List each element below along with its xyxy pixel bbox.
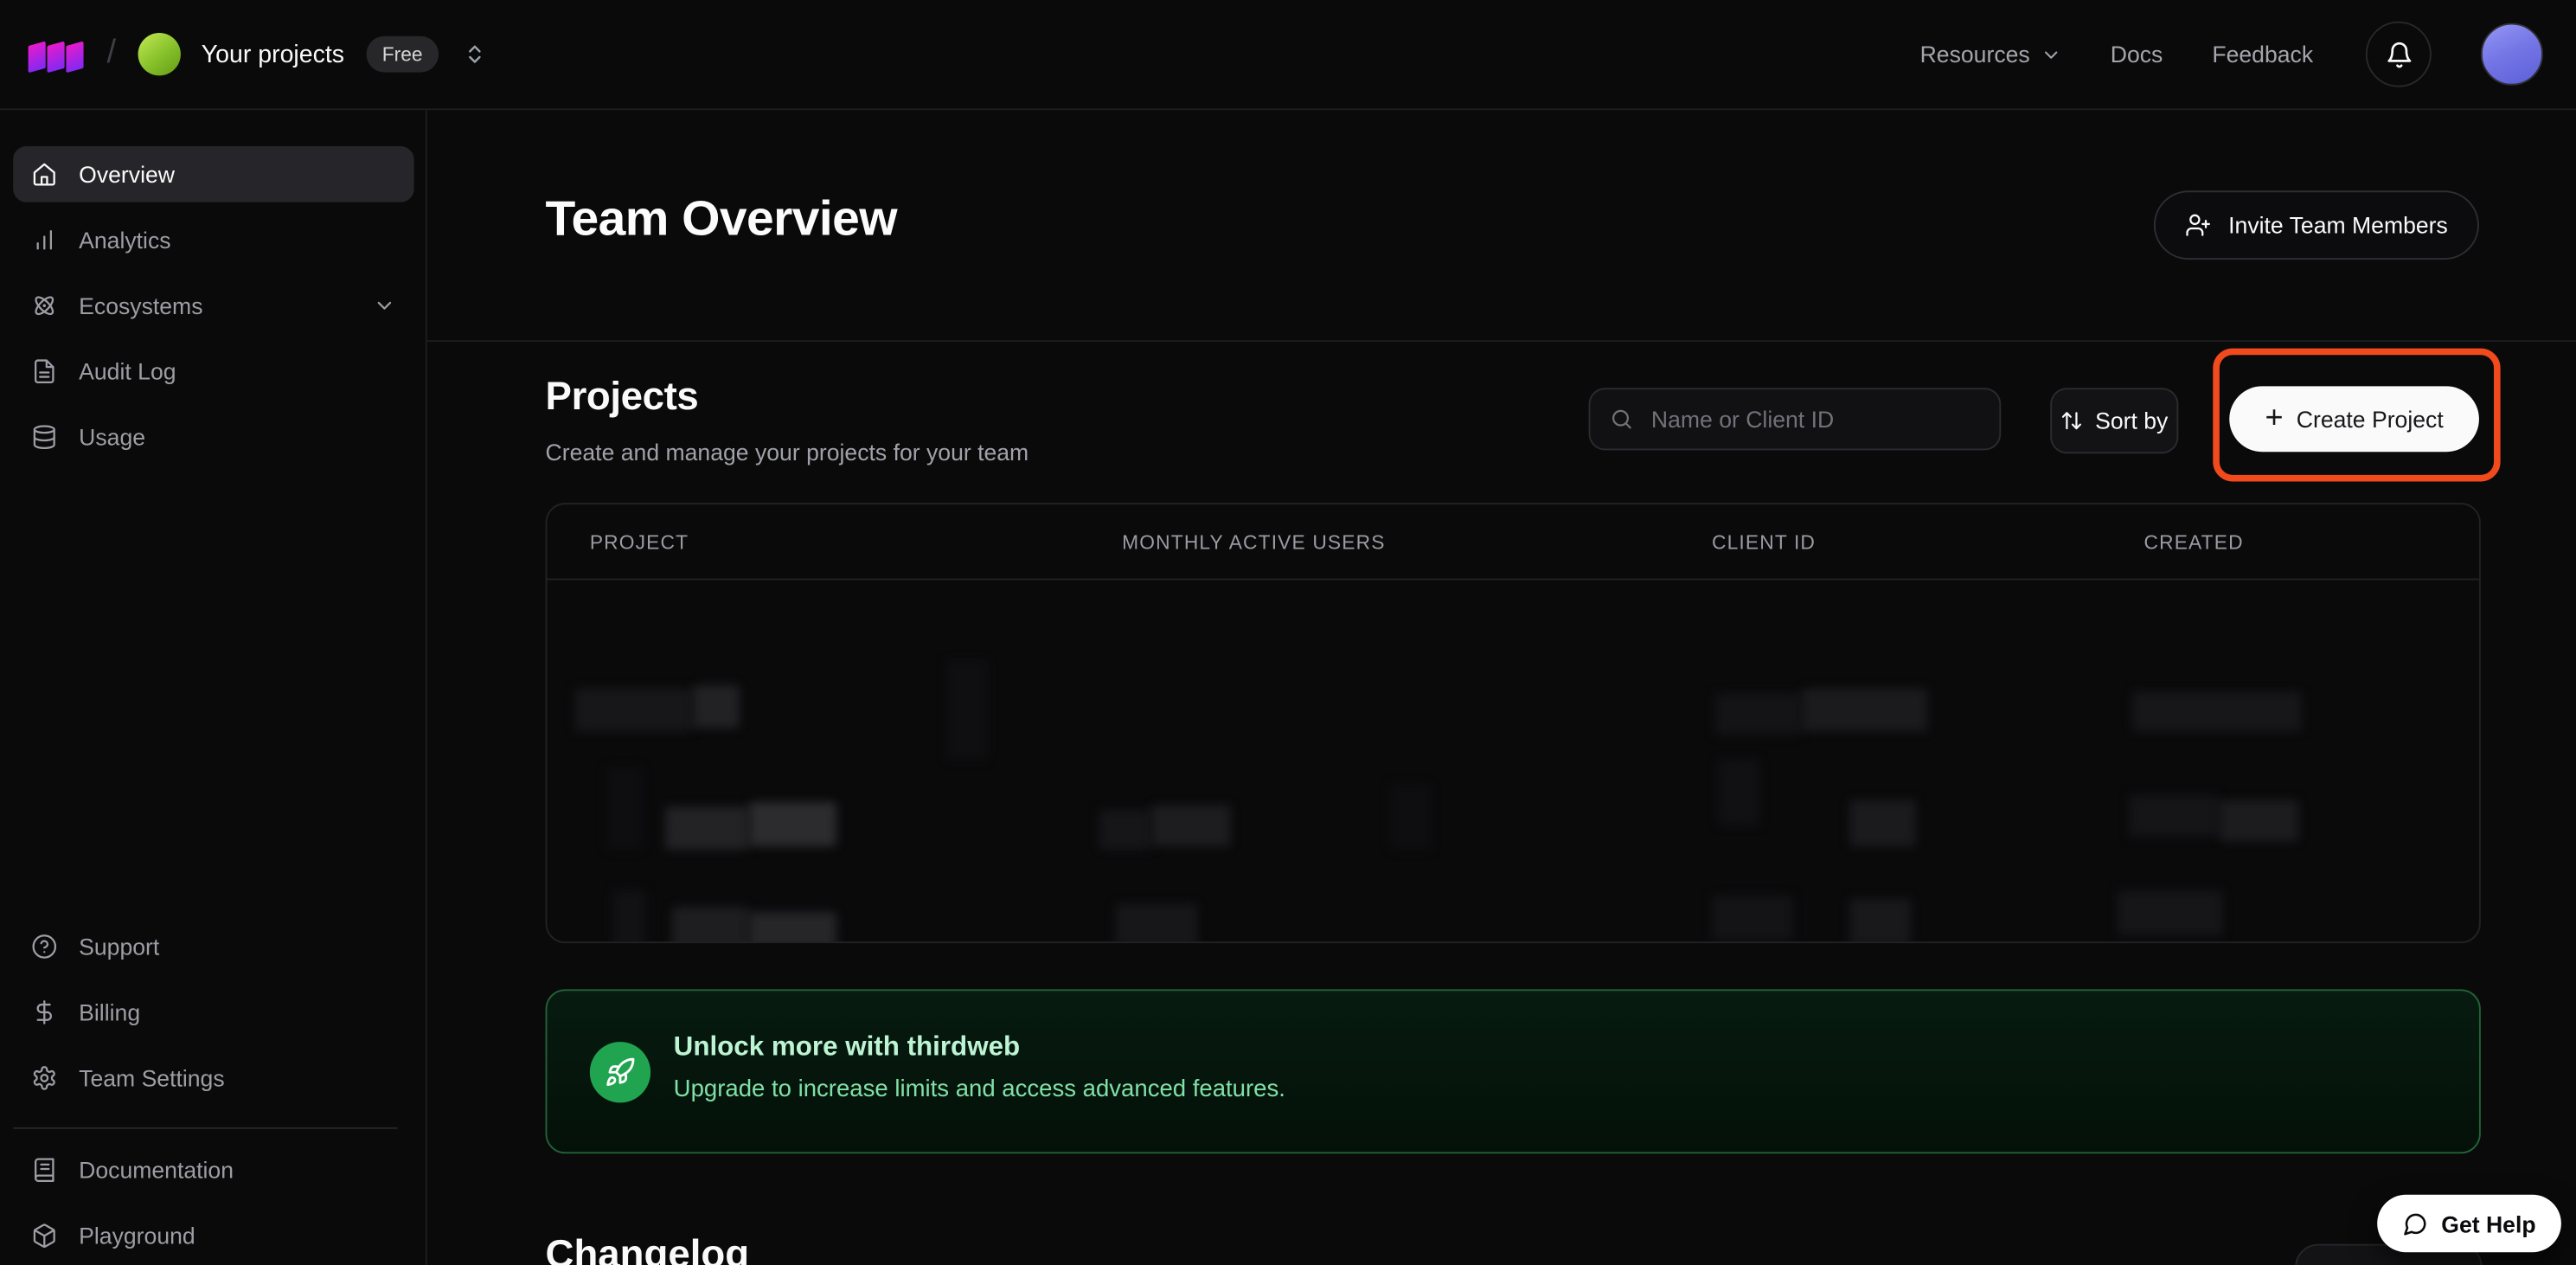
dollar-icon	[31, 999, 57, 1025]
sidebar-item-ecosystems[interactable]: Ecosystems	[13, 278, 413, 334]
plus-icon: +	[2265, 401, 2283, 433]
header-breadcrumb: / Your projects Free	[26, 33, 486, 75]
create-project-button[interactable]: + Create Project	[2229, 386, 2479, 452]
invite-team-members-button[interactable]: Invite Team Members	[2155, 190, 2479, 260]
chevron-down-icon	[373, 294, 396, 318]
bar-chart-icon	[31, 227, 57, 253]
sidebar-item-audit-log[interactable]: Audit Log	[13, 344, 413, 400]
changelog-heading: Changelog	[546, 1232, 750, 1265]
database-icon	[31, 424, 57, 450]
sidebar-item-documentation[interactable]: Documentation	[13, 1142, 413, 1198]
table-rows-redacted	[547, 580, 2478, 943]
team-name[interactable]: Your projects	[202, 41, 344, 68]
sort-by-button[interactable]: Sort by	[2050, 388, 2178, 453]
sidebar-item-playground[interactable]: Playground	[13, 1208, 413, 1264]
projects-subtitle: Create and manage your projects for your…	[546, 439, 1029, 465]
banner-subtitle: Upgrade to increase limits and access ad…	[674, 1076, 1285, 1102]
main-content: Team Overview Invite Team Members Projec…	[427, 110, 2576, 1265]
notifications-button[interactable]	[2366, 22, 2432, 87]
user-avatar[interactable]	[2481, 23, 2543, 86]
upsell-banner[interactable]: Unlock more with thirdweb Upgrade to inc…	[546, 989, 2481, 1153]
breadcrumb-separator: /	[106, 34, 116, 72]
thirdweb-logo-icon[interactable]	[26, 34, 85, 74]
search-input[interactable]	[1648, 404, 1979, 433]
column-header-project[interactable]: PROJECT	[590, 504, 689, 578]
sidebar-item-overview[interactable]: Overview	[13, 146, 413, 202]
projects-table: PROJECT MONTHLY ACTIVE USERS CLIENT ID C…	[546, 503, 2481, 943]
sidebar-item-billing[interactable]: Billing	[13, 985, 413, 1041]
search-icon	[1610, 406, 1633, 432]
column-header-created[interactable]: CREATED	[2143, 504, 2243, 578]
sidebar-item-analytics[interactable]: Analytics	[13, 212, 413, 268]
file-text-icon	[31, 358, 57, 384]
banner-title: Unlock more with thirdweb	[674, 1032, 1020, 1063]
sidebar: Overview Analytics Ecosystems Audit Log …	[0, 110, 427, 1265]
plan-badge: Free	[366, 36, 439, 73]
team-avatar[interactable]	[138, 33, 180, 75]
cube-icon	[31, 1223, 57, 1249]
user-plus-icon	[2186, 212, 2212, 238]
page-title: Team Overview	[546, 192, 897, 248]
table-header-row: PROJECT MONTHLY ACTIVE USERS CLIENT ID C…	[547, 504, 2478, 580]
team-switcher-icon[interactable]	[464, 42, 487, 66]
column-header-client-id[interactable]: CLIENT ID	[1712, 504, 1816, 578]
chat-bubble-icon	[2402, 1210, 2428, 1236]
nav-resources[interactable]: Resources	[1920, 41, 2061, 67]
sidebar-item-support[interactable]: Support	[13, 919, 413, 975]
get-help-button[interactable]: Get Help	[2377, 1195, 2560, 1252]
book-icon	[31, 1157, 57, 1183]
section-divider	[427, 340, 2576, 342]
sidebar-divider	[13, 1127, 397, 1129]
header-nav: Resources Docs Feedback	[1920, 22, 2543, 87]
nav-docs[interactable]: Docs	[2111, 41, 2163, 67]
bell-icon	[2385, 41, 2413, 68]
atom-icon	[31, 292, 57, 318]
project-search[interactable]	[1589, 388, 2002, 450]
arrow-up-down-icon	[2060, 409, 2084, 433]
projects-heading: Projects	[546, 375, 699, 421]
top-header: / Your projects Free Resources Docs Feed…	[0, 0, 2576, 110]
chevron-down-icon	[2040, 43, 2061, 65]
sidebar-item-usage[interactable]: Usage	[13, 409, 413, 466]
nav-feedback[interactable]: Feedback	[2212, 41, 2313, 67]
help-circle-icon	[31, 934, 57, 960]
gear-icon	[31, 1065, 57, 1091]
thirdweb-dashboard: / Your projects Free Resources Docs Feed…	[0, 0, 2576, 1265]
sidebar-item-team-settings[interactable]: Team Settings	[13, 1050, 413, 1107]
rocket-icon	[590, 1042, 650, 1102]
home-icon	[31, 161, 57, 187]
column-header-mau[interactable]: MONTHLY ACTIVE USERS	[1122, 504, 1385, 578]
